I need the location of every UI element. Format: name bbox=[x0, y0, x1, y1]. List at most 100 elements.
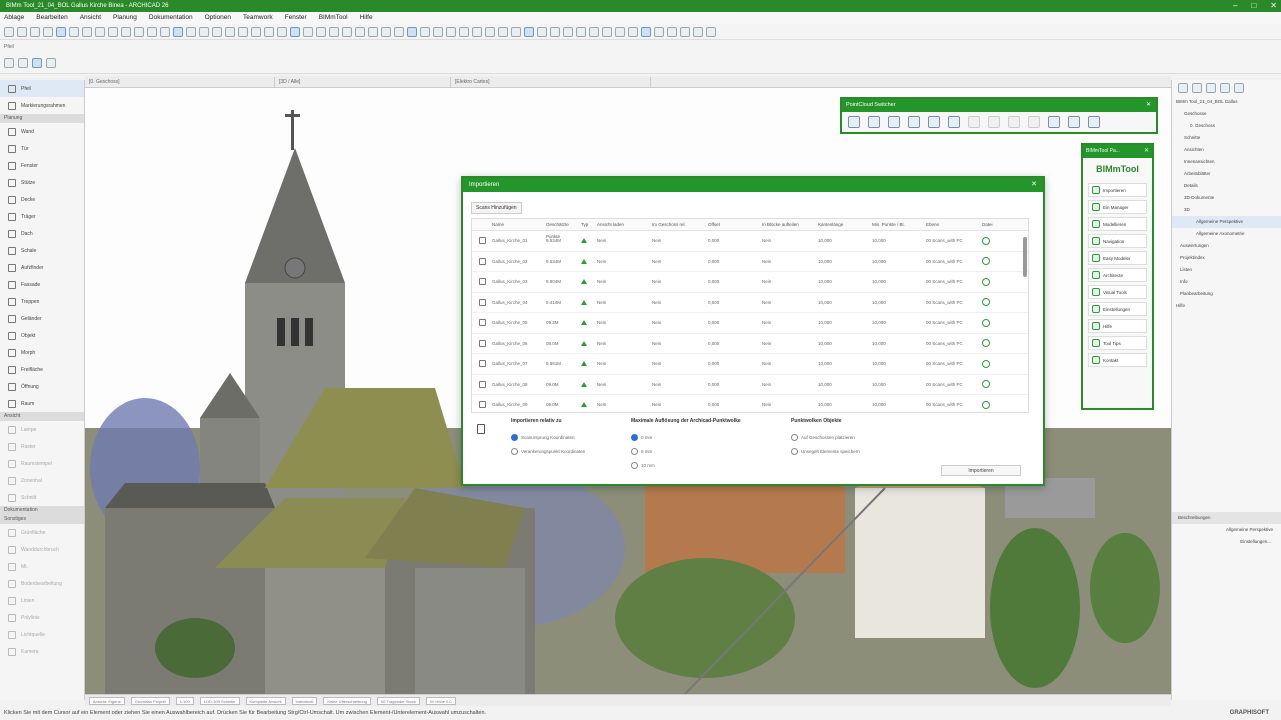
filter-icon[interactable] bbox=[948, 116, 960, 128]
color-icon[interactable] bbox=[1008, 116, 1020, 128]
cell-geschoss[interactable]: Nein bbox=[652, 375, 708, 395]
cell-offset[interactable]: 0,000 bbox=[708, 354, 762, 374]
selection-method-icon[interactable] bbox=[4, 58, 14, 68]
radio-button[interactable] bbox=[631, 461, 638, 469]
tab-elektro[interactable]: [Elektro Cartes] bbox=[451, 77, 651, 87]
cell-minpunkte[interactable]: 10,000 bbox=[872, 272, 926, 292]
bimmtool-item-2[interactable]: Modellieren bbox=[1088, 217, 1147, 231]
row-checkbox[interactable] bbox=[478, 319, 486, 327]
cell-minpunkte[interactable]: 10,000 bbox=[872, 354, 926, 374]
toolbox-item[interactable]: Stütze bbox=[0, 174, 84, 191]
status-field[interactable]: Ansicht: Eigene bbox=[89, 696, 125, 705]
box-select-icon[interactable] bbox=[32, 58, 42, 68]
bimmtool-item-6[interactable]: Visual Tools bbox=[1088, 285, 1147, 299]
toolbox-item[interactable]: Zonenhal bbox=[0, 472, 84, 489]
toolbar-button-icon[interactable] bbox=[199, 26, 209, 37]
toolbar-button-icon[interactable] bbox=[706, 26, 716, 37]
status-field[interactable]: LOD-300 Scheibe bbox=[199, 696, 240, 705]
navigator-tool-icon[interactable] bbox=[1178, 83, 1188, 93]
toolbox-item[interactable]: Fenster bbox=[0, 157, 84, 174]
import-button[interactable]: Importieren bbox=[941, 465, 1021, 476]
toolbox-item[interactable]: Morph bbox=[0, 344, 84, 361]
cell-view[interactable]: Nein bbox=[597, 354, 652, 374]
radio-button[interactable] bbox=[511, 433, 518, 441]
radio-option[interactable]: 0 mm bbox=[631, 430, 741, 444]
toolbar-button-icon[interactable] bbox=[342, 26, 352, 37]
import-dialog-titlebar[interactable]: Importieren ✕ bbox=[463, 178, 1043, 192]
navigator-tree-item[interactable]: 0. Geschoss bbox=[1172, 120, 1281, 132]
bimmtool-item-8[interactable]: Hilfe bbox=[1088, 319, 1147, 333]
radio-button[interactable] bbox=[631, 433, 638, 441]
close-icon[interactable]: ✕ bbox=[1031, 178, 1037, 192]
cell-ebene[interactable]: 00 Scans_with PC bbox=[926, 231, 982, 251]
toolbox-item[interactable]: Bodenbearbeitung bbox=[0, 575, 84, 592]
cell-bloecke[interactable]: Nein bbox=[762, 293, 818, 313]
row-checkbox[interactable] bbox=[478, 360, 486, 368]
menu-item-3[interactable]: Planung bbox=[113, 12, 137, 24]
tab-3d[interactable]: [3D / Alle] bbox=[275, 77, 451, 87]
toolbox-item[interactable]: Kamera bbox=[0, 643, 84, 660]
toolbox-item[interactable]: Fassade bbox=[0, 276, 84, 293]
bimmtool-item-10[interactable]: Kontakt bbox=[1088, 353, 1147, 367]
toolbox-item[interactable]: Dach bbox=[0, 225, 84, 242]
status-field[interactable]: Grundriss Projekt bbox=[130, 696, 170, 705]
menu-item-4[interactable]: Dokumentation bbox=[149, 12, 193, 24]
navigator-tree-item[interactable]: Planbearbeitung bbox=[1172, 288, 1281, 300]
toolbox-item[interactable]: Wand bbox=[0, 123, 84, 140]
toolbar-button-icon[interactable] bbox=[277, 26, 287, 37]
toolbar-button-icon[interactable] bbox=[420, 26, 430, 37]
bimmtool-item-1[interactable]: Ein Manager bbox=[1088, 200, 1147, 214]
row-checkbox[interactable] bbox=[478, 298, 486, 306]
cell-geschoss[interactable]: Nein bbox=[652, 313, 708, 333]
status-field[interactable]: Komplette Ansicht bbox=[245, 696, 286, 705]
toolbar-button-icon[interactable] bbox=[485, 26, 495, 37]
toolbox-item[interactable]: Lampe bbox=[0, 421, 84, 438]
column-header[interactable]: Datei bbox=[982, 219, 1006, 230]
navigator-tree-item[interactable]: Hilfe bbox=[1172, 300, 1281, 312]
bimmtool-item-5[interactable]: Architecte bbox=[1088, 268, 1147, 282]
cell-kante[interactable]: 10,000 bbox=[818, 375, 872, 395]
delete-icon[interactable] bbox=[477, 424, 485, 434]
toolbar-button-icon[interactable] bbox=[121, 26, 131, 37]
toolbox-section-header[interactable]: Dokumentation bbox=[0, 506, 84, 515]
table-row[interactable]: Gallus_Kirche_05 09.3M Nein Nein 0,000 Nein 10… bbox=[472, 313, 1028, 334]
column-header[interactable]: Name bbox=[492, 219, 546, 230]
navigator-tree-item[interactable]: Allgemeine Axonometrie bbox=[1172, 228, 1281, 240]
row-checkbox[interactable] bbox=[478, 380, 486, 388]
column-header[interactable]: Kantenlänge bbox=[818, 219, 872, 230]
toolbox-item[interactable]: Objekt bbox=[0, 327, 84, 344]
cell-ebene[interactable]: 00 Scans_with PC bbox=[926, 354, 982, 374]
toolbar-button-icon[interactable] bbox=[134, 26, 144, 37]
toolbar-button-icon[interactable] bbox=[472, 26, 482, 37]
toolbar-button-icon[interactable] bbox=[550, 26, 560, 37]
cell-view[interactable]: Nein bbox=[597, 252, 652, 272]
toolbar-button-icon[interactable] bbox=[628, 26, 638, 37]
table-row[interactable]: Gallus_Kirche_07 9.861M Nein Nein 0,000 Nein 1… bbox=[472, 354, 1028, 375]
toolbar-button-icon[interactable] bbox=[602, 26, 612, 37]
cell-minpunkte[interactable]: 10,000 bbox=[872, 334, 926, 354]
navigator-tree-item[interactable]: BIMm Tool_21_04_BOL Gallus bbox=[1172, 96, 1281, 108]
toolbox-item[interactable]: Grünfläche bbox=[0, 524, 84, 541]
toolbar-button-icon[interactable] bbox=[576, 26, 586, 37]
cell-ebene[interactable]: 00 Scans_with PC bbox=[926, 375, 982, 395]
toolbox-item[interactable]: Träger bbox=[0, 208, 84, 225]
cell-kante[interactable]: 10,000 bbox=[818, 395, 872, 412]
cell-kante[interactable]: 10,000 bbox=[818, 272, 872, 292]
table-row[interactable]: Gallus_Kirche_02 9.534M Nein Nein 0,000 Nein 1… bbox=[472, 252, 1028, 272]
cell-geschoss[interactable]: Nein bbox=[652, 231, 708, 251]
toolbar-button-icon[interactable] bbox=[238, 26, 248, 37]
row-checkbox[interactable] bbox=[478, 237, 486, 245]
toolbar-button-icon[interactable] bbox=[290, 26, 300, 37]
toolbox-item[interactable]: Wanddurchbruch bbox=[0, 541, 84, 558]
navigator-tree-item[interactable]: Arbeitsblätter bbox=[1172, 168, 1281, 180]
menu-item-6[interactable]: Teamwork bbox=[243, 12, 273, 24]
bimmtool-palette-titlebar[interactable]: BIMmTool Pa... ✕ bbox=[1083, 145, 1152, 158]
toolbar-button-icon[interactable] bbox=[654, 26, 664, 37]
radio-option[interactable]: Verankerungspunkt Koordinaten bbox=[511, 444, 585, 458]
cloud-refresh-icon[interactable] bbox=[928, 116, 940, 128]
toolbox-item[interactable]: Schnitt bbox=[0, 489, 84, 506]
cell-kante[interactable]: 10,000 bbox=[818, 293, 872, 313]
toolbar-button-icon[interactable] bbox=[524, 26, 534, 37]
cell-view[interactable]: Nein bbox=[597, 395, 652, 412]
status-field[interactable]: Keine Überschreibung bbox=[323, 696, 371, 705]
